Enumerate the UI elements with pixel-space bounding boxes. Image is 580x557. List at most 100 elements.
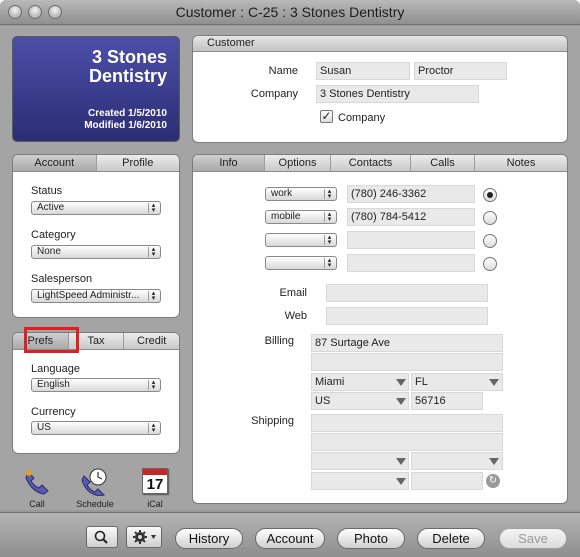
phone-type-select[interactable]: ▴ ▾ (265, 233, 337, 247)
tab-calls[interactable]: Calls (411, 155, 475, 171)
phone-number-field[interactable] (347, 231, 475, 249)
search-button[interactable] (86, 526, 118, 548)
account-tabs: Account Profile (13, 155, 179, 172)
currency-select[interactable]: US ▴ ▾ (31, 421, 161, 435)
prefs-tab-highlight (24, 327, 79, 353)
city-dropdown-icon[interactable] (396, 379, 406, 386)
email-field[interactable] (326, 284, 488, 302)
phone-type-select[interactable]: work ▴ ▾ (265, 187, 337, 201)
billing-street2-field[interactable] (311, 353, 503, 371)
stepper-arrows-icon: ▴ ▾ (324, 234, 334, 246)
category-select-value: None (37, 246, 61, 257)
title-bar: Customer : C-25 : 3 Stones Dentistry (0, 0, 580, 25)
last-name-field[interactable]: Proctor (414, 62, 507, 80)
language-select-value: English (37, 379, 70, 390)
shipping-city-field[interactable] (311, 452, 409, 470)
app-window: Customer : C-25 : 3 Stones Dentistry 3 S… (0, 0, 580, 557)
shipping-street2-field[interactable] (311, 433, 503, 451)
shipping-zip-field[interactable] (411, 472, 483, 490)
billing-label: Billing (264, 335, 294, 347)
call-label: Call (29, 499, 45, 509)
schedule-icon[interactable] (80, 468, 110, 497)
tab-account[interactable]: Account (13, 155, 97, 171)
currency-label: Currency (31, 406, 76, 418)
first-name-field[interactable]: Susan (316, 62, 410, 80)
phone-number-field[interactable]: (780) 246-3362 (347, 185, 475, 203)
tab-options[interactable]: Options (265, 155, 331, 171)
customer-name-line2: Dentistry (88, 66, 167, 86)
billing-zip-field[interactable]: 56716 (411, 392, 483, 410)
web-label: Web (284, 310, 307, 322)
call-icon[interactable] (22, 468, 52, 496)
search-icon (94, 530, 108, 544)
stepper-arrows-icon: ▴ ▾ (148, 422, 158, 434)
billing-country-value: US (315, 395, 331, 407)
stepper-arrows-icon: ▴ ▾ (148, 202, 158, 214)
save-button[interactable]: Save (499, 528, 567, 549)
photo-button[interactable]: Photo (337, 528, 405, 549)
primary-phone-radio[interactable] (483, 188, 497, 202)
tab-contacts[interactable]: Contacts (331, 155, 411, 171)
billing-street-field[interactable]: 87 Surtage Ave (311, 334, 503, 352)
stepper-arrows-icon: ▴ ▾ (324, 257, 334, 269)
shipping-label: Shipping (251, 415, 294, 427)
currency-select-value: US (37, 422, 51, 433)
history-button[interactable]: History (175, 528, 243, 549)
delete-button[interactable]: Delete (417, 528, 485, 549)
ical-label: iCal (147, 499, 163, 509)
window-title: Customer : C-25 : 3 Stones Dentistry (175, 4, 405, 20)
country-dropdown-icon[interactable] (396, 398, 406, 405)
modified-date: Modified 1/6/2010 (84, 120, 167, 131)
stepper-arrows-icon: ▴ ▾ (324, 188, 334, 200)
company-field[interactable]: 3 Stones Dentistry (316, 85, 479, 103)
stepper-arrows-icon: ▴ ▾ (324, 211, 334, 223)
phone-type-value: work (271, 188, 293, 199)
phone-number-field[interactable]: (780) 784-5412 (347, 208, 475, 226)
name-label: Name (268, 65, 298, 77)
tab-notes[interactable]: Notes (475, 155, 567, 171)
salesperson-select-value: LightSpeed Administr... (37, 290, 140, 301)
customer-name-line1: 3 Stones (91, 47, 167, 67)
status-select-value: Active (37, 202, 65, 213)
shipping-country-field[interactable] (311, 472, 409, 490)
salesperson-label: Salesperson (31, 273, 93, 285)
schedule-label: Schedule (76, 499, 114, 509)
primary-phone-radio[interactable] (483, 211, 497, 225)
category-label: Category (31, 229, 76, 241)
primary-phone-radio[interactable] (483, 234, 497, 248)
ical-icon[interactable]: 17 (140, 468, 170, 496)
status-select[interactable]: Active ▴ ▾ (31, 201, 161, 215)
country-dropdown-icon[interactable] (396, 478, 406, 485)
billing-city-value: Miami (315, 376, 345, 388)
phone-type-value: mobile (271, 211, 301, 222)
shipping-street-field[interactable] (311, 414, 503, 432)
gear-icon (133, 530, 156, 544)
stepper-arrows-icon: ▴ ▾ (148, 379, 158, 391)
billing-city-field[interactable]: Miami (311, 373, 409, 391)
language-select[interactable]: English ▴ ▾ (31, 378, 161, 392)
state-dropdown-icon[interactable] (489, 379, 499, 386)
category-select[interactable]: None ▴ ▾ (31, 245, 161, 259)
state-dropdown-icon[interactable] (489, 458, 499, 465)
created-date: Created 1/5/2010 (88, 108, 167, 119)
copy-address-icon[interactable]: ↻ (486, 474, 500, 488)
action-menu-button[interactable] (126, 526, 162, 548)
phone-number-field[interactable] (347, 254, 475, 272)
primary-phone-radio[interactable] (483, 257, 497, 271)
account-button[interactable]: Account (255, 528, 325, 549)
salesperson-select[interactable]: LightSpeed Administr... ▴ ▾ (31, 289, 161, 303)
company-checkbox[interactable]: ✓ (320, 110, 333, 123)
phone-type-select[interactable]: mobile ▴ ▾ (265, 210, 337, 224)
tab-credit[interactable]: Credit (124, 333, 179, 349)
billing-state-value: FL (415, 376, 428, 388)
status-label: Status (31, 185, 63, 197)
city-dropdown-icon[interactable] (396, 458, 406, 465)
web-field[interactable] (326, 307, 488, 325)
tab-info[interactable]: Info (193, 155, 265, 171)
customer-header-card: 3 Stones Dentistry Created 1/5/2010 Modi… (12, 36, 180, 142)
email-label: Email (279, 287, 307, 299)
billing-country-field[interactable]: US (311, 392, 409, 410)
tab-profile[interactable]: Profile (97, 155, 180, 171)
phone-type-select[interactable]: ▴ ▾ (265, 256, 337, 270)
stepper-arrows-icon: ▴ ▾ (148, 246, 158, 258)
